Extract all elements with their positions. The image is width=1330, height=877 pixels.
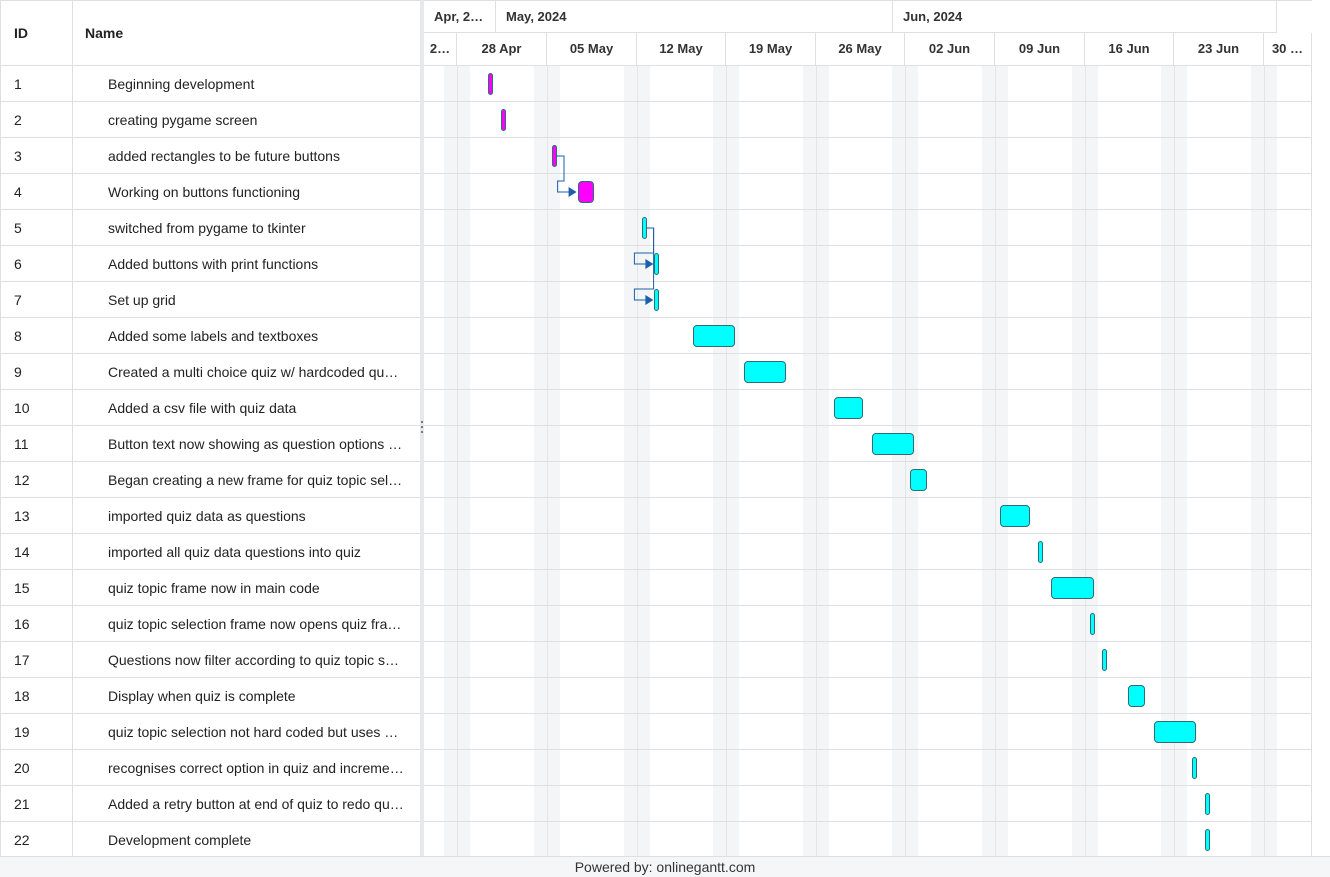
- task-id: 18: [14, 688, 30, 704]
- task-name[interactable]: Added a retry button at end of quiz to r…: [108, 786, 410, 822]
- column-header-id[interactable]: ID: [14, 1, 28, 65]
- task-row[interactable]: 4 Working on buttons functioning: [1, 174, 421, 210]
- arrow-icon: [568, 187, 577, 197]
- task-row[interactable]: 12 Began creating a new frame for quiz to…: [1, 462, 421, 498]
- task-id: 2: [14, 112, 22, 128]
- task-name[interactable]: Added some labels and textboxes: [108, 318, 410, 354]
- month-label: Apr, 2…: [424, 1, 496, 33]
- task-row[interactable]: 18 Display when quiz is complete: [1, 678, 421, 714]
- month-label: Jun, 2024: [893, 1, 1277, 33]
- task-name[interactable]: recognises correct option in quiz and in…: [108, 750, 410, 786]
- task-id: 8: [14, 328, 22, 344]
- task-id: 5: [14, 220, 22, 236]
- task-id: 1: [14, 76, 22, 92]
- task-name[interactable]: Began creating a new frame for quiz topi…: [108, 462, 410, 498]
- task-name[interactable]: quiz topic frame now in main code: [108, 570, 410, 606]
- week-label: 28 Apr: [457, 33, 547, 65]
- task-row[interactable]: 22 Development complete: [1, 822, 421, 858]
- task-id: 12: [14, 472, 30, 488]
- task-name[interactable]: Created a multi choice quiz w/ hardcoded…: [108, 354, 410, 390]
- task-id: 21: [14, 796, 30, 812]
- task-name[interactable]: Development complete: [108, 822, 410, 858]
- task-row[interactable]: 20 recognises correct option in quiz and …: [1, 750, 421, 786]
- task-name[interactable]: Set up grid: [108, 282, 410, 318]
- column-header-name[interactable]: Name: [85, 1, 123, 65]
- week-label: 2…: [424, 33, 457, 65]
- task-id: 10: [14, 400, 30, 416]
- task-row[interactable]: 21 Added a retry button at end of quiz to…: [1, 786, 421, 822]
- task-row[interactable]: 2 creating pygame screen: [1, 102, 421, 138]
- task-row[interactable]: 11 Button text now showing as question op…: [1, 426, 421, 462]
- arrow-icon: [645, 259, 654, 269]
- task-row[interactable]: 16 quiz topic selection frame now opens q…: [1, 606, 421, 642]
- task-row[interactable]: 7 Set up grid: [1, 282, 421, 318]
- dependency-line: [633, 227, 655, 265]
- dependency-line: [557, 155, 570, 193]
- task-id: 6: [14, 256, 22, 272]
- task-row[interactable]: 5 switched from pygame to tkinter: [1, 210, 421, 246]
- task-name[interactable]: Added buttons with print functions: [108, 246, 410, 282]
- task-name[interactable]: Display when quiz is complete: [108, 678, 410, 714]
- task-id: 14: [14, 544, 30, 560]
- timeline-chart: Apr, 2… May, 2024 Jun, 2024 2… 28 Apr 05 May 1…: [424, 0, 1312, 856]
- gantt-app: ID Name 1 Beginning development 2 creating …: [0, 0, 1330, 877]
- dependency-links: [557, 155, 655, 305]
- powered-by-text[interactable]: Powered by: onlinegantt.com: [575, 859, 756, 875]
- task-id: 7: [14, 292, 22, 308]
- task-id: 3: [14, 148, 22, 164]
- task-name[interactable]: Beginning development: [108, 66, 410, 102]
- task-id: 9: [14, 364, 22, 380]
- task-name[interactable]: Working on buttons functioning: [108, 174, 410, 210]
- week-label: 09 Jun: [995, 33, 1085, 65]
- week-label: 05 May: [547, 33, 637, 65]
- task-row[interactable]: 6 Added buttons with print functions: [1, 246, 421, 282]
- task-id: 13: [14, 508, 30, 524]
- task-id: 19: [14, 724, 30, 740]
- task-name[interactable]: quiz topic selection not hard coded but …: [108, 714, 410, 750]
- task-row[interactable]: 1 Beginning development: [1, 66, 421, 102]
- week-label: 19 May: [726, 33, 816, 65]
- task-row[interactable]: 14 imported all quiz data questions into …: [1, 534, 421, 570]
- drag-handle-icon: [421, 421, 423, 435]
- grid-header: ID Name: [1, 1, 421, 66]
- timeline-body: [424, 66, 1312, 856]
- week-label: 16 Jun: [1085, 33, 1174, 65]
- task-id: 17: [14, 652, 30, 668]
- task-name[interactable]: Questions now filter according to quiz t…: [108, 642, 410, 678]
- task-grid: ID Name 1 Beginning development 2 creating …: [0, 0, 421, 858]
- week-label: 26 May: [816, 33, 905, 65]
- task-name[interactable]: switched from pygame to tkinter: [108, 210, 410, 246]
- task-id: 4: [14, 184, 22, 200]
- task-name[interactable]: imported all quiz data questions into qu…: [108, 534, 410, 570]
- task-row[interactable]: 19 quiz topic selection not hard coded bu…: [1, 714, 421, 750]
- week-label: 23 Jun: [1174, 33, 1264, 65]
- task-id: 15: [14, 580, 30, 596]
- task-row[interactable]: 8 Added some labels and textboxes: [1, 318, 421, 354]
- task-id: 22: [14, 832, 30, 848]
- week-label: 02 Jun: [905, 33, 995, 65]
- week-label: 12 May: [637, 33, 726, 65]
- task-row[interactable]: 9 Created a multi choice quiz w/ hardcode…: [1, 354, 421, 390]
- task-id: 20: [14, 760, 30, 776]
- task-row[interactable]: 10 Added a csv file with quiz data: [1, 390, 421, 426]
- task-name[interactable]: added rectangles to be future buttons: [108, 138, 410, 174]
- task-id: 16: [14, 616, 30, 632]
- task-id: 11: [14, 436, 29, 452]
- task-name[interactable]: quiz topic selection frame now opens qui…: [108, 606, 410, 642]
- task-name[interactable]: creating pygame screen: [108, 102, 410, 138]
- week-label: 30 …: [1264, 33, 1312, 65]
- task-name[interactable]: imported quiz data as questions: [108, 498, 410, 534]
- task-row[interactable]: 15 quiz topic frame now in main code: [1, 570, 421, 606]
- month-label: May, 2024: [496, 1, 893, 33]
- grid-rows: 1 Beginning development 2 creating pygame s…: [1, 66, 421, 858]
- task-row[interactable]: 13 imported quiz data as questions: [1, 498, 421, 534]
- task-row[interactable]: 3 added rectangles to be future buttons: [1, 138, 421, 174]
- task-name[interactable]: Button text now showing as question opti…: [108, 426, 410, 462]
- task-name[interactable]: Added a csv file with quiz data: [108, 390, 410, 426]
- task-row[interactable]: 17 Questions now filter according to quiz…: [1, 642, 421, 678]
- arrow-icon: [645, 295, 654, 305]
- timeline-scale: Apr, 2… May, 2024 Jun, 2024 2… 28 Apr 05 May 1…: [424, 1, 1312, 66]
- footer: Powered by: onlinegantt.com: [0, 856, 1330, 877]
